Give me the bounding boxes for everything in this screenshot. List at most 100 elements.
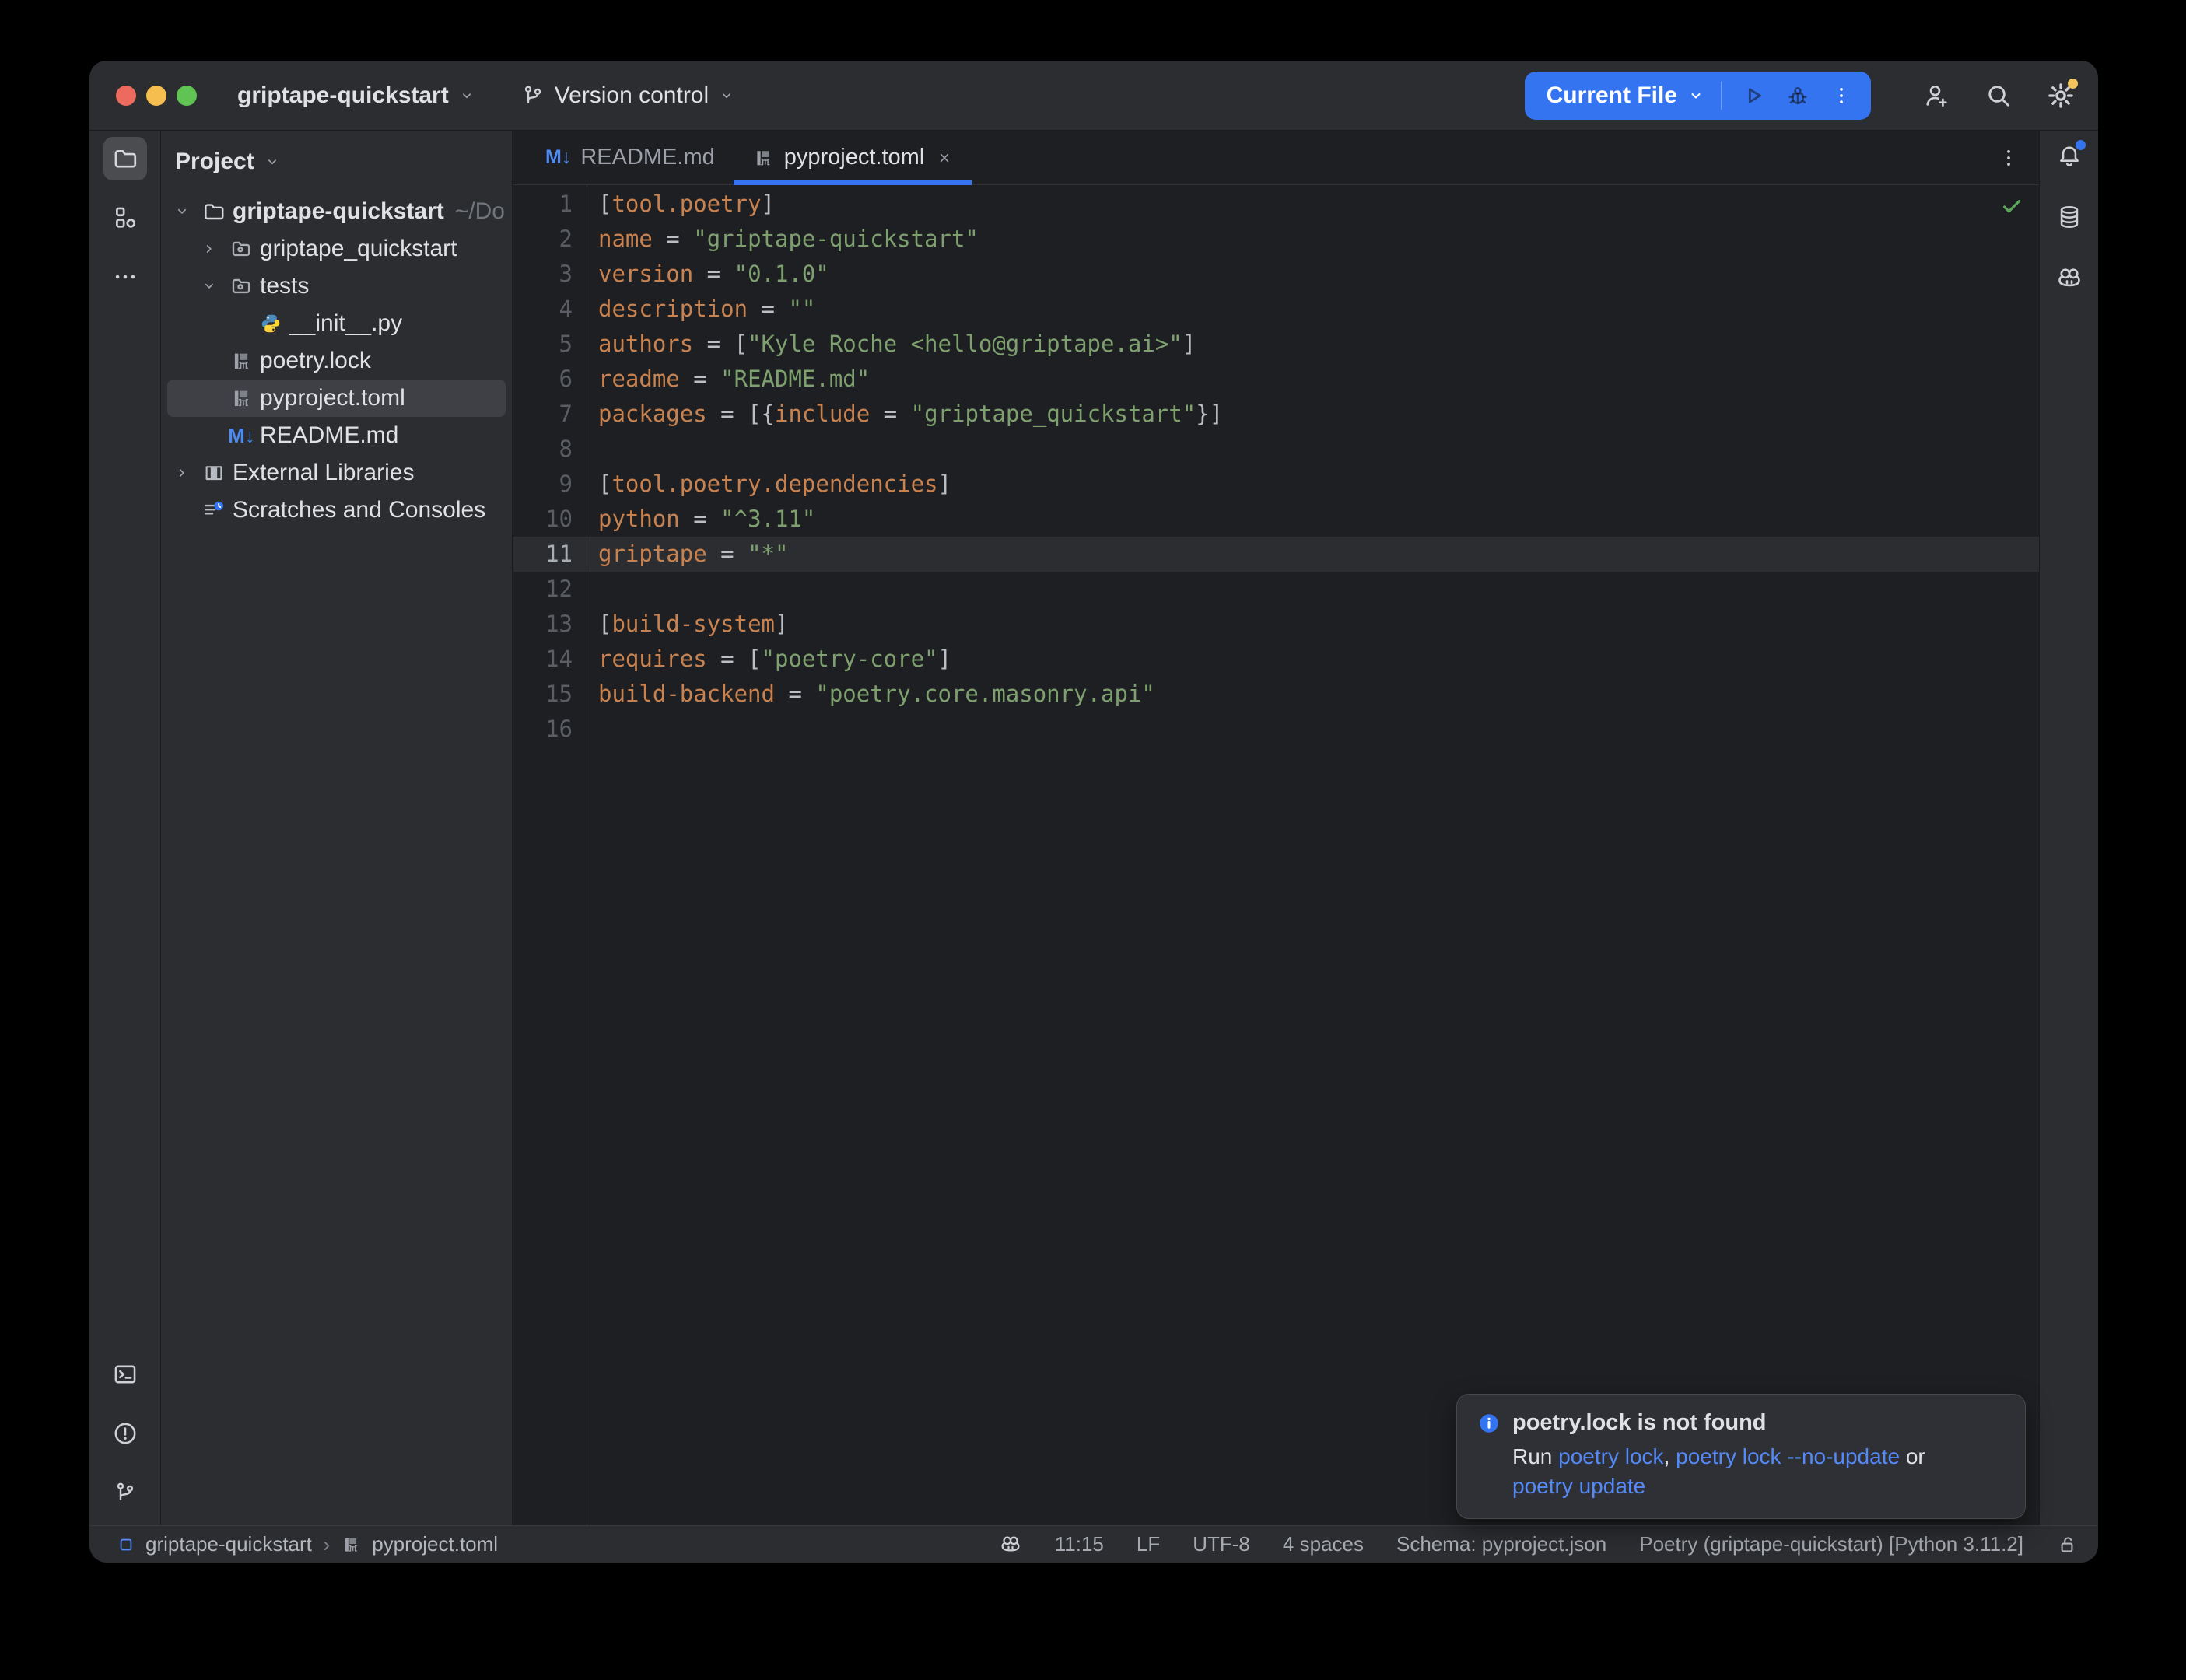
- notification-text: or: [1900, 1444, 1925, 1468]
- chevron-down-icon[interactable]: [167, 203, 197, 220]
- status-bar: griptape-quickstart › pyproject.toml 11:…: [89, 1525, 2098, 1563]
- code-line-6[interactable]: 6readme = "README.md": [513, 362, 2039, 397]
- tab-readme-md[interactable]: M↓README.md: [527, 131, 734, 184]
- code-line-15[interactable]: 15build-backend = "poetry.core.masonry.a…: [513, 677, 2039, 712]
- tree-item-griptape-quickstart[interactable]: griptape_quickstart: [167, 230, 506, 268]
- statusbar-item[interactable]: LF: [1137, 1532, 1160, 1556]
- code-token: }]: [1196, 401, 1223, 427]
- code-line-3[interactable]: 3version = "0.1.0": [513, 257, 2039, 292]
- code-editor[interactable]: 1[tool.poetry]2name = "griptape-quicksta…: [513, 185, 2039, 1525]
- code-text: [587, 432, 598, 467]
- breadcrumb: griptape-quickstart › pyproject.toml: [117, 1532, 498, 1557]
- tab-pyproject-toml[interactable]: pyproject.toml: [734, 131, 972, 184]
- code-token: ]: [938, 471, 951, 497]
- line-number: 11: [513, 537, 587, 572]
- code-line-11[interactable]: 11griptape = "*": [513, 537, 2039, 572]
- notification-balloon[interactable]: poetry.lock is not found Run poetry lock…: [1456, 1394, 2026, 1519]
- line-number: 10: [513, 502, 587, 537]
- statusbar-item[interactable]: 4 spaces: [1283, 1532, 1364, 1556]
- code-line-12[interactable]: 12: [513, 572, 2039, 607]
- code-line-7[interactable]: 7packages = [{include = "griptape_quicks…: [513, 397, 2039, 432]
- notifications-button[interactable]: [2056, 143, 2083, 170]
- search-everywhere-button[interactable]: [1985, 82, 2013, 110]
- close-window-button[interactable]: [116, 86, 136, 106]
- breadcrumb-file[interactable]: pyproject.toml: [372, 1532, 498, 1556]
- statusbar-item[interactable]: 11:15: [1055, 1532, 1104, 1556]
- readonly-toggle-button[interactable]: [2056, 1534, 2078, 1556]
- structure-tool-button[interactable]: [103, 196, 147, 240]
- chevron-right-icon[interactable]: [194, 240, 224, 257]
- problems-tool-button[interactable]: [103, 1412, 147, 1455]
- line-number: 16: [513, 712, 587, 747]
- terminal-tool-button[interactable]: [103, 1353, 147, 1396]
- project-tool-button[interactable]: [103, 137, 147, 180]
- code-token: include: [775, 401, 870, 427]
- code-line-5[interactable]: 5authors = ["Kyle Roche <hello@griptape.…: [513, 327, 2039, 362]
- code-line-14[interactable]: 14requires = ["poetry-core"]: [513, 642, 2039, 677]
- code-line-8[interactable]: 8: [513, 432, 2039, 467]
- project-panel-header[interactable]: Project: [161, 131, 512, 193]
- inspections-ok-icon[interactable]: [2000, 194, 2023, 218]
- code-text: [587, 712, 598, 747]
- debug-button[interactable]: [1776, 75, 1820, 116]
- statusbar-item[interactable]: Schema: pyproject.json: [1396, 1532, 1606, 1556]
- code-token: build-backend: [598, 681, 775, 707]
- tree-item-label: tests: [260, 273, 309, 299]
- run-config-selector[interactable]: Current File: [1547, 82, 1677, 109]
- notification-link[interactable]: poetry update: [1512, 1474, 1645, 1498]
- tree-item-pyproject-toml[interactable]: pyproject.toml: [167, 380, 506, 417]
- database-tool-button[interactable]: [2056, 204, 2083, 230]
- tree-item--init-py[interactable]: __init__.py: [167, 305, 506, 342]
- zoom-window-button[interactable]: [177, 86, 197, 106]
- minimize-window-button[interactable]: [146, 86, 166, 106]
- breadcrumb-project[interactable]: griptape-quickstart: [145, 1532, 312, 1556]
- statusbar-item[interactable]: UTF-8: [1193, 1532, 1250, 1556]
- notification-link[interactable]: poetry lock: [1558, 1444, 1663, 1468]
- vcs-selector[interactable]: Version control: [520, 82, 735, 109]
- ai-assistant-status-button[interactable]: [999, 1533, 1022, 1556]
- version-control-tool-button[interactable]: [103, 1471, 147, 1514]
- tree-item-scratches-and-consoles[interactable]: Scratches and Consoles: [167, 492, 506, 529]
- more-tools-button[interactable]: [103, 255, 147, 299]
- python-icon: [254, 312, 288, 335]
- tab-options-button[interactable]: [1997, 146, 2020, 170]
- tree-item-poetry-lock[interactable]: poetry.lock: [167, 342, 506, 380]
- chevron-right-icon[interactable]: [167, 464, 197, 481]
- code-token: [: [598, 191, 611, 217]
- run-more-button[interactable]: [1820, 75, 1863, 116]
- code-token: ]: [775, 611, 788, 637]
- code-text: readme = "README.md": [587, 362, 870, 397]
- chevron-down-icon[interactable]: [194, 278, 224, 295]
- code-line-10[interactable]: 10python = "^3.11": [513, 502, 2039, 537]
- code-line-4[interactable]: 4description = "": [513, 292, 2039, 327]
- tree-item-external-libraries[interactable]: External Libraries: [167, 454, 506, 492]
- code-text: packages = [{include = "griptape_quickst…: [587, 397, 1223, 432]
- line-number: 12: [513, 572, 587, 607]
- code-token: "Kyle Roche <hello@griptape.ai>": [748, 331, 1182, 357]
- tree-item-tests[interactable]: tests: [167, 268, 506, 305]
- code-line-2[interactable]: 2name = "griptape-quickstart": [513, 222, 2039, 257]
- tree-item-readme-md[interactable]: M↓README.md: [167, 417, 506, 454]
- project-selector[interactable]: griptape-quickstart: [237, 82, 475, 109]
- run-button[interactable]: [1732, 75, 1776, 116]
- add-user-button[interactable]: [1922, 82, 1950, 110]
- code-token: =: [680, 506, 720, 532]
- code-text: [build-system]: [587, 607, 788, 642]
- chevron-down-icon[interactable]: [1687, 86, 1705, 105]
- tree-item-griptape-quickstart[interactable]: griptape-quickstart~/Docume: [167, 193, 506, 230]
- statusbar-item[interactable]: Poetry (griptape-quickstart) [Python 3.1…: [1639, 1532, 2023, 1556]
- settings-button[interactable]: [2047, 82, 2075, 110]
- code-line-13[interactable]: 13[build-system]: [513, 607, 2039, 642]
- notification-link[interactable]: poetry lock --no-update: [1676, 1444, 1900, 1468]
- project-tree: griptape-quickstart~/Documegriptape_quic…: [161, 193, 512, 1525]
- main-area: Project griptape-quickstart~/Documegript…: [89, 131, 2098, 1525]
- left-tool-stripe: [89, 131, 161, 1525]
- code-line-1[interactable]: 1[tool.poetry]: [513, 187, 2039, 222]
- code-line-16[interactable]: 16: [513, 712, 2039, 747]
- ai-assistant-icon: [2055, 264, 2083, 292]
- close-tab-icon[interactable]: [936, 149, 953, 166]
- code-token: "0.1.0": [734, 261, 829, 287]
- ai-assistant-tool-button[interactable]: [2055, 264, 2083, 292]
- line-number: 15: [513, 677, 587, 712]
- code-line-9[interactable]: 9[tool.poetry.dependencies]: [513, 467, 2039, 502]
